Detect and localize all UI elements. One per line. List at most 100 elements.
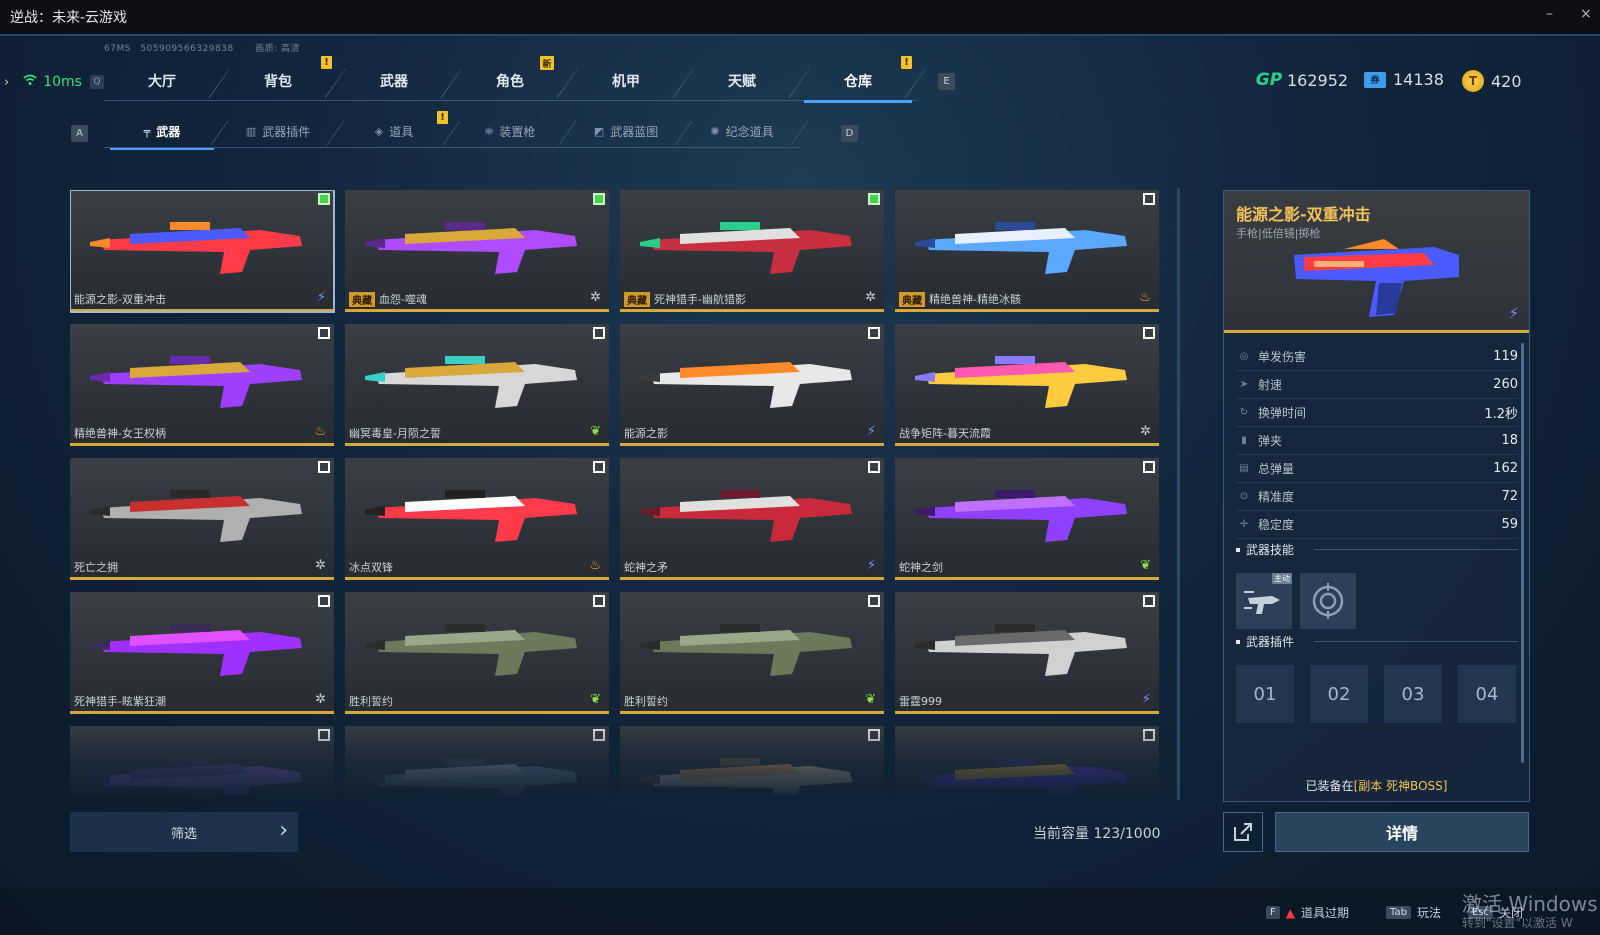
weapon-card[interactable]: 精绝兽神-女王权柄 ♨ <box>70 324 334 446</box>
weapon-card[interactable]: 战争矩阵-暮天流霞 ✲ <box>895 324 1159 446</box>
select-checkbox[interactable] <box>868 461 880 473</box>
plugin-slot[interactable]: 01 <box>1236 665 1294 723</box>
close-window-button[interactable]: × <box>1580 6 1592 22</box>
hint-gameplay-label: 玩法 <box>1416 906 1441 920</box>
tab-main-3[interactable]: 角色 新 <box>452 56 568 101</box>
hint-expired[interactable]: F ▲ 道具过期 <box>1266 904 1349 921</box>
weapon-name-row: 能源之影-双重冲击 <box>74 291 166 307</box>
skill-slot-main[interactable]: 主动 <box>1236 573 1292 629</box>
select-checkbox[interactable] <box>1143 729 1155 741</box>
network-ping[interactable]: › 10ms Q <box>4 74 104 90</box>
snowflake-icon: ✲ <box>590 290 601 305</box>
select-checkbox[interactable] <box>1143 327 1155 339</box>
currency-coin: T 420 <box>1462 70 1522 92</box>
stat-value: 59 <box>1501 517 1518 532</box>
weapon-card[interactable] <box>345 726 609 795</box>
weapon-card[interactable]: 死亡之拥 ✲ <box>70 458 334 580</box>
weapon-card[interactable]: 典藏 精绝兽神-精绝冰骸 ♨ <box>895 190 1159 312</box>
tab-sub-0[interactable]: ╤ 武器 <box>104 115 220 150</box>
expand-arrow-icon[interactable]: › <box>4 75 9 90</box>
filter-button[interactable]: 筛选 › <box>70 812 298 852</box>
select-checkbox[interactable] <box>593 461 605 473</box>
select-checkbox[interactable] <box>318 595 330 607</box>
tab-main-0[interactable]: 大厅 <box>104 60 220 101</box>
tab-badge: ! <box>321 56 332 69</box>
detail-scrollbar[interactable] <box>1521 343 1524 763</box>
select-checkbox[interactable] <box>1143 461 1155 473</box>
select-checkbox[interactable] <box>868 327 880 339</box>
weapon-image <box>915 222 1127 274</box>
select-checkbox[interactable] <box>318 327 330 339</box>
skills-title: 武器技能 <box>1236 541 1294 558</box>
active-subtab-underline <box>110 148 214 150</box>
stat-icon: ▤ <box>1239 463 1249 474</box>
tab-sub-1[interactable]: ▥ 武器插件 <box>220 115 336 148</box>
plugin-slot[interactable]: 04 <box>1458 665 1516 723</box>
minimize-button[interactable]: – <box>1546 6 1553 22</box>
weapon-name: 精绝兽神-精绝冰骸 <box>929 293 1021 306</box>
select-checkbox[interactable] <box>318 193 330 205</box>
select-checkbox[interactable] <box>868 595 880 607</box>
weapon-name-row: 战争矩阵-暮天流霞 <box>899 425 991 441</box>
weapon-card[interactable]: 典藏 死神猎手-幽航猎影 ✲ <box>620 190 884 312</box>
tab-main-2[interactable]: 武器 <box>336 60 452 101</box>
weapon-card[interactable]: 能源之影 ⚡ <box>620 324 884 446</box>
weapon-card[interactable]: 死神猎手-眩紫狂潮 ✲ <box>70 592 334 714</box>
weapon-card[interactable]: 典藏 血怨-噬魂 ✲ <box>345 190 609 312</box>
weapon-card[interactable]: 冰点双锋 ♨ <box>345 458 609 580</box>
weapon-name-row: 典藏 血怨-噬魂 <box>349 291 427 307</box>
select-checkbox[interactable] <box>868 729 880 741</box>
weapon-grid-scrollbar[interactable] <box>1177 188 1180 800</box>
share-icon <box>1234 823 1252 841</box>
stat-row: ◎ 单发伤害 119 <box>1236 343 1518 371</box>
select-checkbox[interactable] <box>593 729 605 741</box>
skill-slot-passive[interactable] <box>1300 573 1356 629</box>
window-titlebar: 逆战：未来-云游戏 – × <box>0 0 1600 36</box>
key-hint-e: E <box>938 73 955 90</box>
weapon-image <box>640 758 852 795</box>
plugin-slot[interactable]: 02 <box>1310 665 1368 723</box>
weapon-card[interactable]: 雷霆999 ⚡ <box>895 592 1159 714</box>
tab-main-6[interactable]: 仓库! <box>800 56 916 103</box>
select-checkbox[interactable] <box>593 327 605 339</box>
weapon-image <box>640 222 852 274</box>
weapon-card[interactable]: 蛇神之剑 ❦ <box>895 458 1159 580</box>
weapon-card[interactable] <box>895 726 1159 795</box>
bolt-icon: ⚡ <box>1141 692 1151 707</box>
tab-sub-5[interactable]: ✺ 纪念道具 <box>684 115 800 148</box>
sub-tab-badge: ! <box>437 111 448 124</box>
hint-gameplay[interactable]: Tab 玩法 <box>1386 904 1441 921</box>
weapon-card[interactable]: 胜利誓约 ❦ <box>620 592 884 714</box>
tab-sub-3[interactable]: ⛯ 装置枪 <box>452 115 568 148</box>
weapon-card[interactable] <box>620 726 884 795</box>
weapon-grid-container[interactable]: 能源之影-双重冲击 ⚡ 典藏 血怨-噬魂 ✲ 典藏 死神猎手-幽航猎影 ✲ 典藏 精绝兽神-精绝冰… <box>70 190 1168 795</box>
select-checkbox[interactable] <box>593 595 605 607</box>
weapon-card[interactable]: 胜利誓约 ❦ <box>345 592 609 714</box>
leaf-icon: ❦ <box>1140 558 1151 573</box>
fire-icon: ♨ <box>1139 290 1151 305</box>
select-checkbox[interactable] <box>868 193 880 205</box>
select-checkbox[interactable] <box>1143 193 1155 205</box>
weapon-card[interactable]: 蛇神之矛 ⚡ <box>620 458 884 580</box>
weapon-card[interactable]: 能源之影-双重冲击 ⚡ <box>70 190 335 313</box>
plugins-divider <box>1314 641 1518 642</box>
select-checkbox[interactable] <box>318 461 330 473</box>
select-checkbox[interactable] <box>1143 595 1155 607</box>
tab-main-4[interactable]: 机甲 <box>568 60 684 101</box>
sub-tab-label: 装置枪 <box>499 125 536 139</box>
tab-sub-4[interactable]: ◩ 武器蓝图 <box>568 115 684 148</box>
plugin-slot[interactable]: 03 <box>1384 665 1442 723</box>
weapon-card[interactable]: 幽冥毒皇-月陨之誓 ❦ <box>345 324 609 446</box>
weapon-name: 蛇神之剑 <box>899 561 943 574</box>
tab-main-5[interactable]: 天赋 <box>684 60 800 101</box>
details-button[interactable]: 详情 <box>1275 812 1529 852</box>
select-checkbox[interactable] <box>593 193 605 205</box>
weapon-card[interactable] <box>70 726 334 795</box>
share-button[interactable] <box>1223 812 1263 852</box>
equipped-location: [副本 死神BOSS] <box>1353 779 1448 793</box>
select-checkbox[interactable] <box>318 729 330 741</box>
sub-tab-label: 武器插件 <box>262 125 311 139</box>
weapon-name-row: 胜利誓约 <box>349 693 393 709</box>
tab-sub-2[interactable]: ◈ 道具! <box>336 111 452 148</box>
tab-main-1[interactable]: 背包! <box>220 56 336 101</box>
